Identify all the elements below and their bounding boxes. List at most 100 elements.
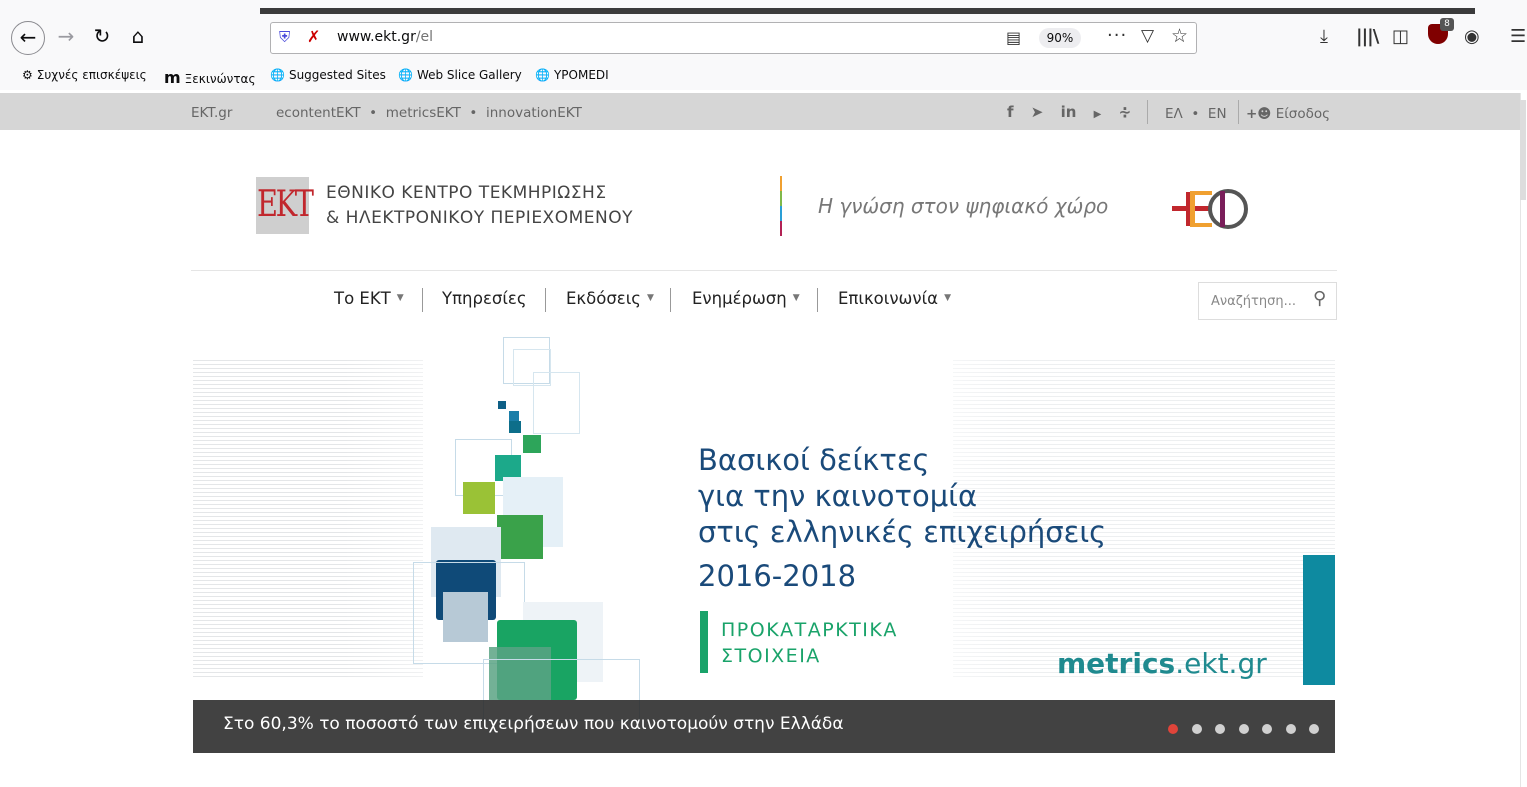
caret-down-icon: ▼ xyxy=(396,293,404,303)
nav-item-ekt[interactable]: Το ΕΚΤ ▼ xyxy=(334,289,404,308)
bookmark-label: Ξεκινώντας xyxy=(184,72,256,86)
link-separator: • xyxy=(469,105,478,121)
nav-item-publications[interactable]: Εκδόσεις ▼ xyxy=(566,289,654,308)
add-user-icon: +☻ xyxy=(1246,106,1272,122)
caret-down-icon: ▼ xyxy=(792,293,800,303)
zoom-level-badge[interactable]: 90% xyxy=(1039,28,1081,48)
decorative-square xyxy=(463,482,495,514)
hero-title-line: Βασικοί δείκτες xyxy=(698,443,930,477)
lang-en-link[interactable]: EN xyxy=(1208,106,1227,122)
nav-item-services[interactable]: Υπηρεσίες xyxy=(442,289,527,308)
header-divider xyxy=(191,270,1337,271)
slide-caption-bar[interactable]: Στο 60,3% το ποσοστό των επιχειρήσεων πο… xyxy=(193,700,1335,753)
ekt-logo-text: EKT xyxy=(257,184,314,225)
reload-icon[interactable]: ↻ xyxy=(90,24,114,48)
url-text[interactable]: www.ekt.gr/el xyxy=(337,29,433,45)
search-box: ⚲ xyxy=(1198,282,1337,320)
ekt-home-link[interactable]: EKT.gr xyxy=(191,105,232,121)
tagline-color-bar xyxy=(780,176,782,236)
hero-years: 2016-2018 xyxy=(698,559,857,593)
login-link[interactable]: +☻ Είσοδος xyxy=(1246,106,1330,122)
econtent-link[interactable]: econtentEKT xyxy=(276,105,361,121)
slider-dot[interactable] xyxy=(1191,724,1202,734)
youtube-icon[interactable]: ▶ xyxy=(1094,109,1102,120)
linkedin-icon[interactable]: in xyxy=(1061,103,1077,121)
bookmark-web-slice-gallery[interactable]: 🌐 Web Slice Gallery xyxy=(398,68,522,82)
globe-icon: 🌐 xyxy=(535,68,550,82)
decorative-square xyxy=(498,401,506,409)
reader-view-icon[interactable]: ▤ xyxy=(1006,28,1021,47)
hero-title-line: στις ελληνικές επιχειρήσεις xyxy=(698,515,1107,549)
sidebar-icon[interactable]: ◫ xyxy=(1392,26,1409,47)
search-icon[interactable]: ⚲ xyxy=(1313,288,1326,309)
hero-preliminary-label: ΣΤΟΙΧΕΙΑ xyxy=(721,645,821,667)
bookmark-label: Web Slice Gallery xyxy=(416,68,522,82)
slider-dot[interactable] xyxy=(1285,724,1296,734)
lang-el-link[interactable]: ΕΛ xyxy=(1165,106,1183,122)
twitter-icon[interactable]: ➤ xyxy=(1031,103,1044,121)
page-actions-icon[interactable]: ··· xyxy=(1107,25,1127,46)
metrics-link[interactable]: metricsEKT xyxy=(386,105,461,121)
download-icon[interactable]: ⤓ xyxy=(1320,26,1328,47)
bookmark-frequent[interactable]: ⚙ Συχνές επισκέψεις xyxy=(22,68,147,82)
nav-label: Εκδόσεις xyxy=(566,289,641,308)
bookmark-label: Συχνές επισκέψεις xyxy=(36,68,147,82)
insecure-connection-icon[interactable]: ✗ xyxy=(307,27,325,46)
slider-dot[interactable] xyxy=(1238,724,1249,734)
language-switcher: ΕΛ • EN xyxy=(1165,106,1227,122)
slider-dot[interactable] xyxy=(1262,724,1272,734)
bookmark-ypomedi[interactable]: 🌐 YPOMEDI xyxy=(535,68,609,82)
account-icon[interactable]: ◉ xyxy=(1464,26,1480,47)
tracking-shield-icon[interactable]: ⛨ xyxy=(279,28,297,46)
metrics-bold: metrics xyxy=(1057,647,1176,680)
decorative-square xyxy=(509,411,519,421)
scrollbar-thumb[interactable] xyxy=(1520,100,1526,200)
tagline: Η γνώση στον ψηφιακό χώρο xyxy=(818,194,1109,218)
url-bar[interactable]: ⛨ ✗ www.ekt.gr/el ▤ 90% ··· ▽ ☆ xyxy=(270,22,1197,54)
hero-slider[interactable]: Βασικοί δείκτες για την καινοτομία στις … xyxy=(193,337,1335,753)
forward-arrow-icon[interactable]: → xyxy=(54,24,78,48)
slider-dot[interactable] xyxy=(1168,724,1178,734)
home-icon[interactable]: ⌂ xyxy=(124,24,152,48)
nav-item-contact[interactable]: Επικοινωνία ▼ xyxy=(838,289,951,308)
back-arrow-icon[interactable]: ← xyxy=(11,21,45,55)
decorative-square xyxy=(533,372,580,434)
m-logo-icon: m xyxy=(164,68,181,87)
site-top-bar: EKT.gr econtentEKT • metricsEKT • innova… xyxy=(0,93,1520,130)
url-host: www.ekt.gr xyxy=(337,29,416,45)
gear-icon: ⚙ xyxy=(22,68,33,82)
bookmark-getting-started[interactable]: m Ξεκινώντας xyxy=(164,68,256,87)
slide-caption[interactable]: Στο 60,3% το ποσοστό των επιχειρήσεων πο… xyxy=(223,714,844,734)
bookmark-star-icon[interactable]: ☆ xyxy=(1171,25,1188,47)
partner-logo-icon[interactable] xyxy=(1172,188,1252,230)
decorative-square xyxy=(523,435,541,453)
org-name-line2: & ΗΛΕΚΤΡΟΝΙΚΟΥ ΠΕΡΙΕΧΟΜΕΝΟΥ xyxy=(326,208,633,228)
social-links: f ➤ in ▶ ∻ xyxy=(1007,103,1143,121)
browser-toolbar: ← → ↻ ⌂ ⛨ ✗ www.ekt.gr/el ▤ 90% ··· ▽ ☆ … xyxy=(0,0,1527,62)
nav-label: Επικοινωνία xyxy=(838,289,939,308)
bookmark-label: Suggested Sites xyxy=(288,68,386,82)
hero-metrics-url: metrics.ekt.gr xyxy=(1057,647,1267,680)
hamburger-menu-icon[interactable]: ☰ xyxy=(1510,26,1526,47)
divider xyxy=(1147,100,1148,124)
globe-icon: 🌐 xyxy=(270,68,285,82)
library-icon[interactable]: |||\ xyxy=(1356,26,1379,47)
slider-dot[interactable] xyxy=(1309,724,1319,734)
decorative-square xyxy=(509,421,521,433)
nav-divider xyxy=(545,288,546,312)
nav-divider xyxy=(670,288,671,312)
nav-label: Υπηρεσίες xyxy=(442,289,527,308)
facebook-icon[interactable]: f xyxy=(1007,103,1014,121)
search-input[interactable] xyxy=(1199,283,1307,319)
slider-dot[interactable] xyxy=(1215,724,1225,734)
hero-teal-bar xyxy=(1303,555,1335,685)
portal-links: econtentEKT • metricsEKT • innovationEKT xyxy=(276,105,582,121)
bookmark-suggested-sites[interactable]: 🌐 Suggested Sites xyxy=(270,68,386,82)
divider xyxy=(1238,100,1239,124)
innovation-link[interactable]: innovationEKT xyxy=(486,105,582,121)
pocket-icon[interactable]: ▽ xyxy=(1141,26,1154,46)
nav-item-news[interactable]: Ενημέρωση ▼ xyxy=(692,289,800,308)
tab-strip xyxy=(260,8,1475,14)
rss-icon[interactable]: ∻ xyxy=(1119,103,1132,121)
hero-title-line: για την καινοτομία xyxy=(698,479,978,513)
